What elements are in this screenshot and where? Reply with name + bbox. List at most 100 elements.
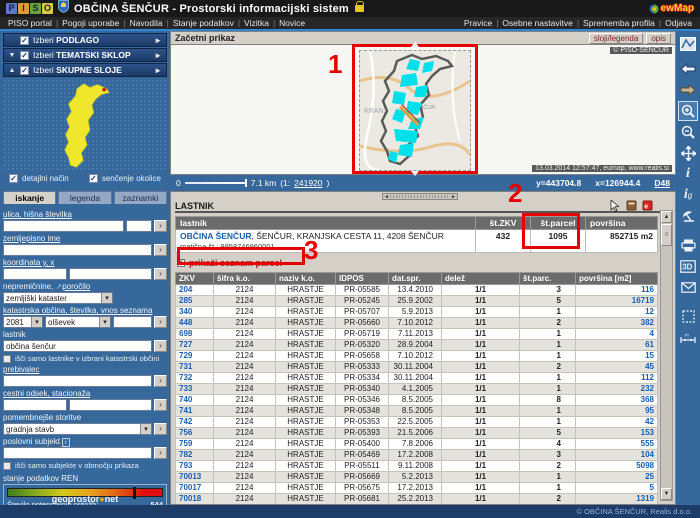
resident-search-button[interactable]: › (154, 375, 167, 387)
scroll-thumb[interactable]: ≡ (661, 224, 672, 246)
cell[interactable]: 759 (176, 439, 214, 450)
panel-header-tematski-sklop[interactable]: ▼ ✓ Izberi TEMATSKI SKLOP ► (3, 48, 167, 62)
parcel-number-input[interactable] (113, 316, 152, 328)
menu-odjava[interactable]: Odjava (665, 18, 692, 28)
back-arrow-icon[interactable] (678, 59, 698, 79)
checkbox-podlago[interactable]: ✓ (20, 36, 29, 45)
cell[interactable]: 4 (576, 329, 658, 340)
geoprostor-logo[interactable]: geoprostor●net (0, 494, 170, 504)
table-row[interactable]: 7322124HRASTJEPR-0533430.11.20041/11112 (176, 373, 658, 384)
tab-legenda[interactable]: legenda (58, 191, 111, 204)
municipality-overview[interactable] (3, 79, 167, 171)
pan-icon[interactable] (678, 143, 698, 163)
show-parcel-list-link[interactable]: prikaži seznam parcel (189, 258, 282, 268)
cell[interactable]: 756 (176, 428, 214, 439)
cell[interactable]: 741 (176, 406, 214, 417)
table-row[interactable]: 7822124HRASTJEPR-0546917.2.20081/13104 (176, 450, 658, 461)
cell[interactable]: 153 (576, 428, 658, 439)
geo-name-input[interactable] (3, 244, 152, 256)
info-icon[interactable]: i (678, 164, 698, 184)
cell[interactable]: 70018 (176, 494, 214, 505)
cell[interactable]: 12 (576, 307, 658, 318)
road-section-input[interactable] (3, 399, 67, 411)
cell[interactable]: 368 (576, 395, 658, 406)
select-cursor-icon[interactable] (609, 200, 621, 212)
table-row[interactable]: 7272124HRASTJEPR-0532028.9.20041/1161 (176, 340, 658, 351)
cadastral-code-select[interactable]: 2081▾ (3, 316, 43, 328)
table-row[interactable]: 7332124HRASTJEPR-053404.1.20051/11232 (176, 384, 658, 395)
menu-novice[interactable]: Novice (279, 18, 305, 28)
street-label[interactable]: ulica, hišna številka (3, 210, 167, 219)
services-select[interactable]: gradnja stavb▾ (3, 423, 152, 435)
coordinate-search-button[interactable]: › (154, 268, 167, 280)
cadastral-label[interactable]: katastrska občina, številka, vnos seznam… (3, 306, 167, 315)
checkbox-tematski-sklop[interactable]: ✓ (20, 51, 29, 60)
cadastral-search-button[interactable]: › (154, 316, 167, 328)
vertical-scrollbar[interactable]: ▲ ≡ ▼ (660, 210, 673, 501)
table-row[interactable]: 7312124HRASTJEPR-0533330.11.20041/1245 (176, 362, 658, 373)
cell[interactable]: 70013 (176, 472, 214, 483)
scroll-down-button[interactable]: ▼ (661, 488, 672, 500)
cell[interactable]: 340 (176, 307, 214, 318)
checkbox-owner-filter[interactable] (3, 355, 11, 363)
option-sencenje-okolice[interactable]: ✓ senčenje okolice (89, 174, 161, 183)
table-row[interactable]: 700182124HRASTJEPR-0568125.2.20131/12131… (176, 494, 658, 505)
cell[interactable]: 732 (176, 373, 214, 384)
chevron-right-icon[interactable]: ► (154, 66, 162, 75)
gps-icon[interactable] (678, 206, 698, 226)
business-input[interactable] (3, 447, 152, 459)
mail-icon[interactable] (678, 277, 698, 297)
panel-header-skupne-sloje[interactable]: ▲ ✓ Izberi SKUPNE SLOJE ► (3, 63, 167, 77)
checkbox-sencenje[interactable]: ✓ (89, 174, 98, 183)
resident-input[interactable] (3, 375, 152, 387)
cell[interactable]: 285 (176, 296, 214, 307)
business-search-button[interactable]: › (154, 447, 167, 459)
geo-name-label[interactable]: zemljepisno ime (3, 234, 167, 243)
cell[interactable]: 740 (176, 395, 214, 406)
cell[interactable]: 742 (176, 417, 214, 428)
table-row[interactable]: 2852124HRASTJEPR-0524525.9.20021/1516719 (176, 296, 658, 307)
cell[interactable]: 5098 (576, 461, 658, 472)
realestate-select[interactable]: zemljiški kataster▾ (3, 292, 113, 304)
chevron-down-icon[interactable]: ▼ (8, 52, 16, 59)
cell[interactable]: 70017 (176, 483, 214, 494)
print-icon[interactable] (678, 235, 698, 255)
cell[interactable]: 733 (176, 384, 214, 395)
cell[interactable]: 729 (176, 351, 214, 362)
chevron-right-icon[interactable]: ► (154, 51, 162, 60)
cell[interactable]: 731 (176, 362, 214, 373)
scale-ratio-link[interactable]: 241920 (294, 178, 322, 188)
cell[interactable]: 555 (576, 439, 658, 450)
table-row[interactable]: 7562124HRASTJEPR-0539321.5.20061/15153 (176, 428, 658, 439)
road-station-input[interactable] (69, 399, 152, 411)
cell[interactable]: 782 (176, 450, 214, 461)
business-filter-option[interactable]: išči samo subjekte v območju prikaza (3, 461, 167, 470)
menu-osebne-nastavitve[interactable]: Osebne nastavitve (502, 18, 583, 28)
menu-sprememba-profila[interactable]: Sprememba profila (583, 18, 665, 28)
cell[interactable]: 42 (576, 417, 658, 428)
tab-iskanje[interactable]: iskanje (3, 191, 56, 204)
checkbox-business-filter[interactable] (3, 462, 11, 470)
resident-label[interactable]: prebivalec (3, 365, 167, 374)
opis-button[interactable]: opis (646, 33, 671, 44)
table-row[interactable]: 2042124HRASTJEPR-0558513.4.20101/13116 (176, 285, 658, 296)
coordinate-x-input[interactable] (69, 268, 152, 280)
coordinate-label[interactable]: koordinata y, x (3, 258, 167, 267)
3d-icon[interactable]: 3D (678, 256, 698, 276)
owner-name-link[interactable]: OBČINA ŠENČUR (180, 231, 251, 241)
menu-vizitka[interactable]: Vizitka (244, 18, 279, 28)
chevron-up-icon[interactable]: ▲ (8, 67, 16, 74)
menu-pravice[interactable]: Pravice (464, 18, 503, 28)
cell[interactable]: 698 (176, 329, 214, 340)
datum-link[interactable]: D48 (654, 178, 670, 188)
brand-logo[interactable]: ewMap (649, 3, 694, 14)
forward-arrow-icon[interactable] (678, 80, 698, 100)
cell[interactable]: 15 (576, 351, 658, 362)
measure-icon[interactable]: m (678, 327, 698, 347)
table-row[interactable]: 7592124HRASTJEPR-054007.8.20061/14555 (176, 439, 658, 450)
map-canvas[interactable]: © PISO-ŠENČUR KRANJ ŠENČUR (170, 45, 676, 175)
table-row[interactable]: 7292124HRASTJEPR-056587.10.20121/1115 (176, 351, 658, 362)
cell[interactable]: 112 (576, 373, 658, 384)
report-book-icon[interactable] (625, 200, 637, 212)
street-input[interactable] (3, 220, 124, 232)
